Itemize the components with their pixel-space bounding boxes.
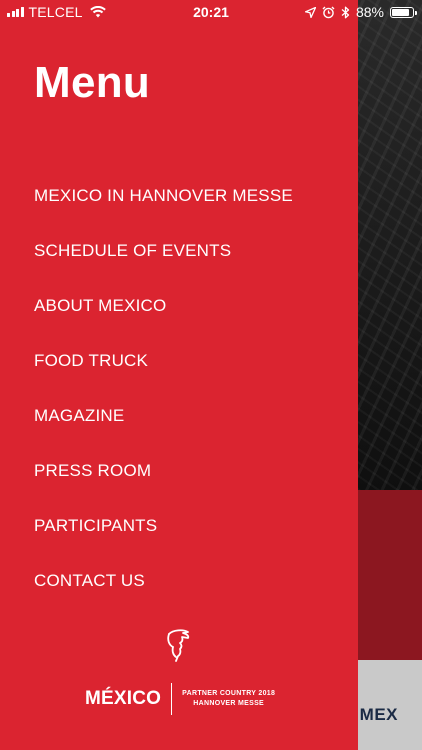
status-bar: TELCEL 20:21 88%	[0, 0, 422, 24]
partner-line-2: HANNOVER MESSE	[193, 700, 265, 707]
partner-line-1: PARTNER COUNTRY 2018	[182, 690, 276, 697]
bluetooth-icon	[341, 6, 350, 18]
status-right: 88%	[304, 4, 417, 20]
menu-item-mexico-in-hannover-messe[interactable]: MEXICO IN HANNOVER MESSE	[0, 168, 358, 223]
battery-level-fill	[392, 8, 409, 16]
battery-percent: 88%	[355, 4, 384, 20]
background-gray-label: MEX	[359, 705, 398, 724]
logo-divider	[171, 683, 173, 715]
menu-title: Menu	[34, 58, 151, 107]
menu-item-magazine[interactable]: MAGAZINE	[0, 388, 358, 443]
menu-item-schedule-of-events[interactable]: SCHEDULE OF EVENTS	[0, 223, 358, 278]
menu-item-participants[interactable]: PARTICIPANTS	[0, 498, 358, 553]
battery-icon	[390, 6, 417, 18]
menu-item-food-truck[interactable]: FOOD TRUCK	[0, 333, 358, 388]
menu-list: MEXICO IN HANNOVER MESSE SCHEDULE OF EVE…	[0, 168, 358, 608]
partner-country-text: PARTNER COUNTRY 2018 HANNOVER MESSE	[182, 689, 275, 709]
mexico-partner-logo: MÉXICO PARTNER COUNTRY 2018 HANNOVER MES…	[85, 683, 275, 715]
menu-item-contact-us[interactable]: CONTACT US	[0, 553, 358, 608]
alarm-icon	[322, 6, 335, 18]
hannover-messe-head-icon	[167, 629, 190, 662]
menu-item-press-room[interactable]: PRESS ROOM	[0, 443, 358, 498]
menu-drawer: Menu MEXICO IN HANNOVER MESSE SCHEDULE O…	[0, 0, 358, 750]
menu-item-about-mexico[interactable]: ABOUT MEXICO	[0, 278, 358, 333]
mexico-logo-text: MÉXICO	[85, 688, 162, 709]
location-arrow-icon	[304, 6, 316, 18]
